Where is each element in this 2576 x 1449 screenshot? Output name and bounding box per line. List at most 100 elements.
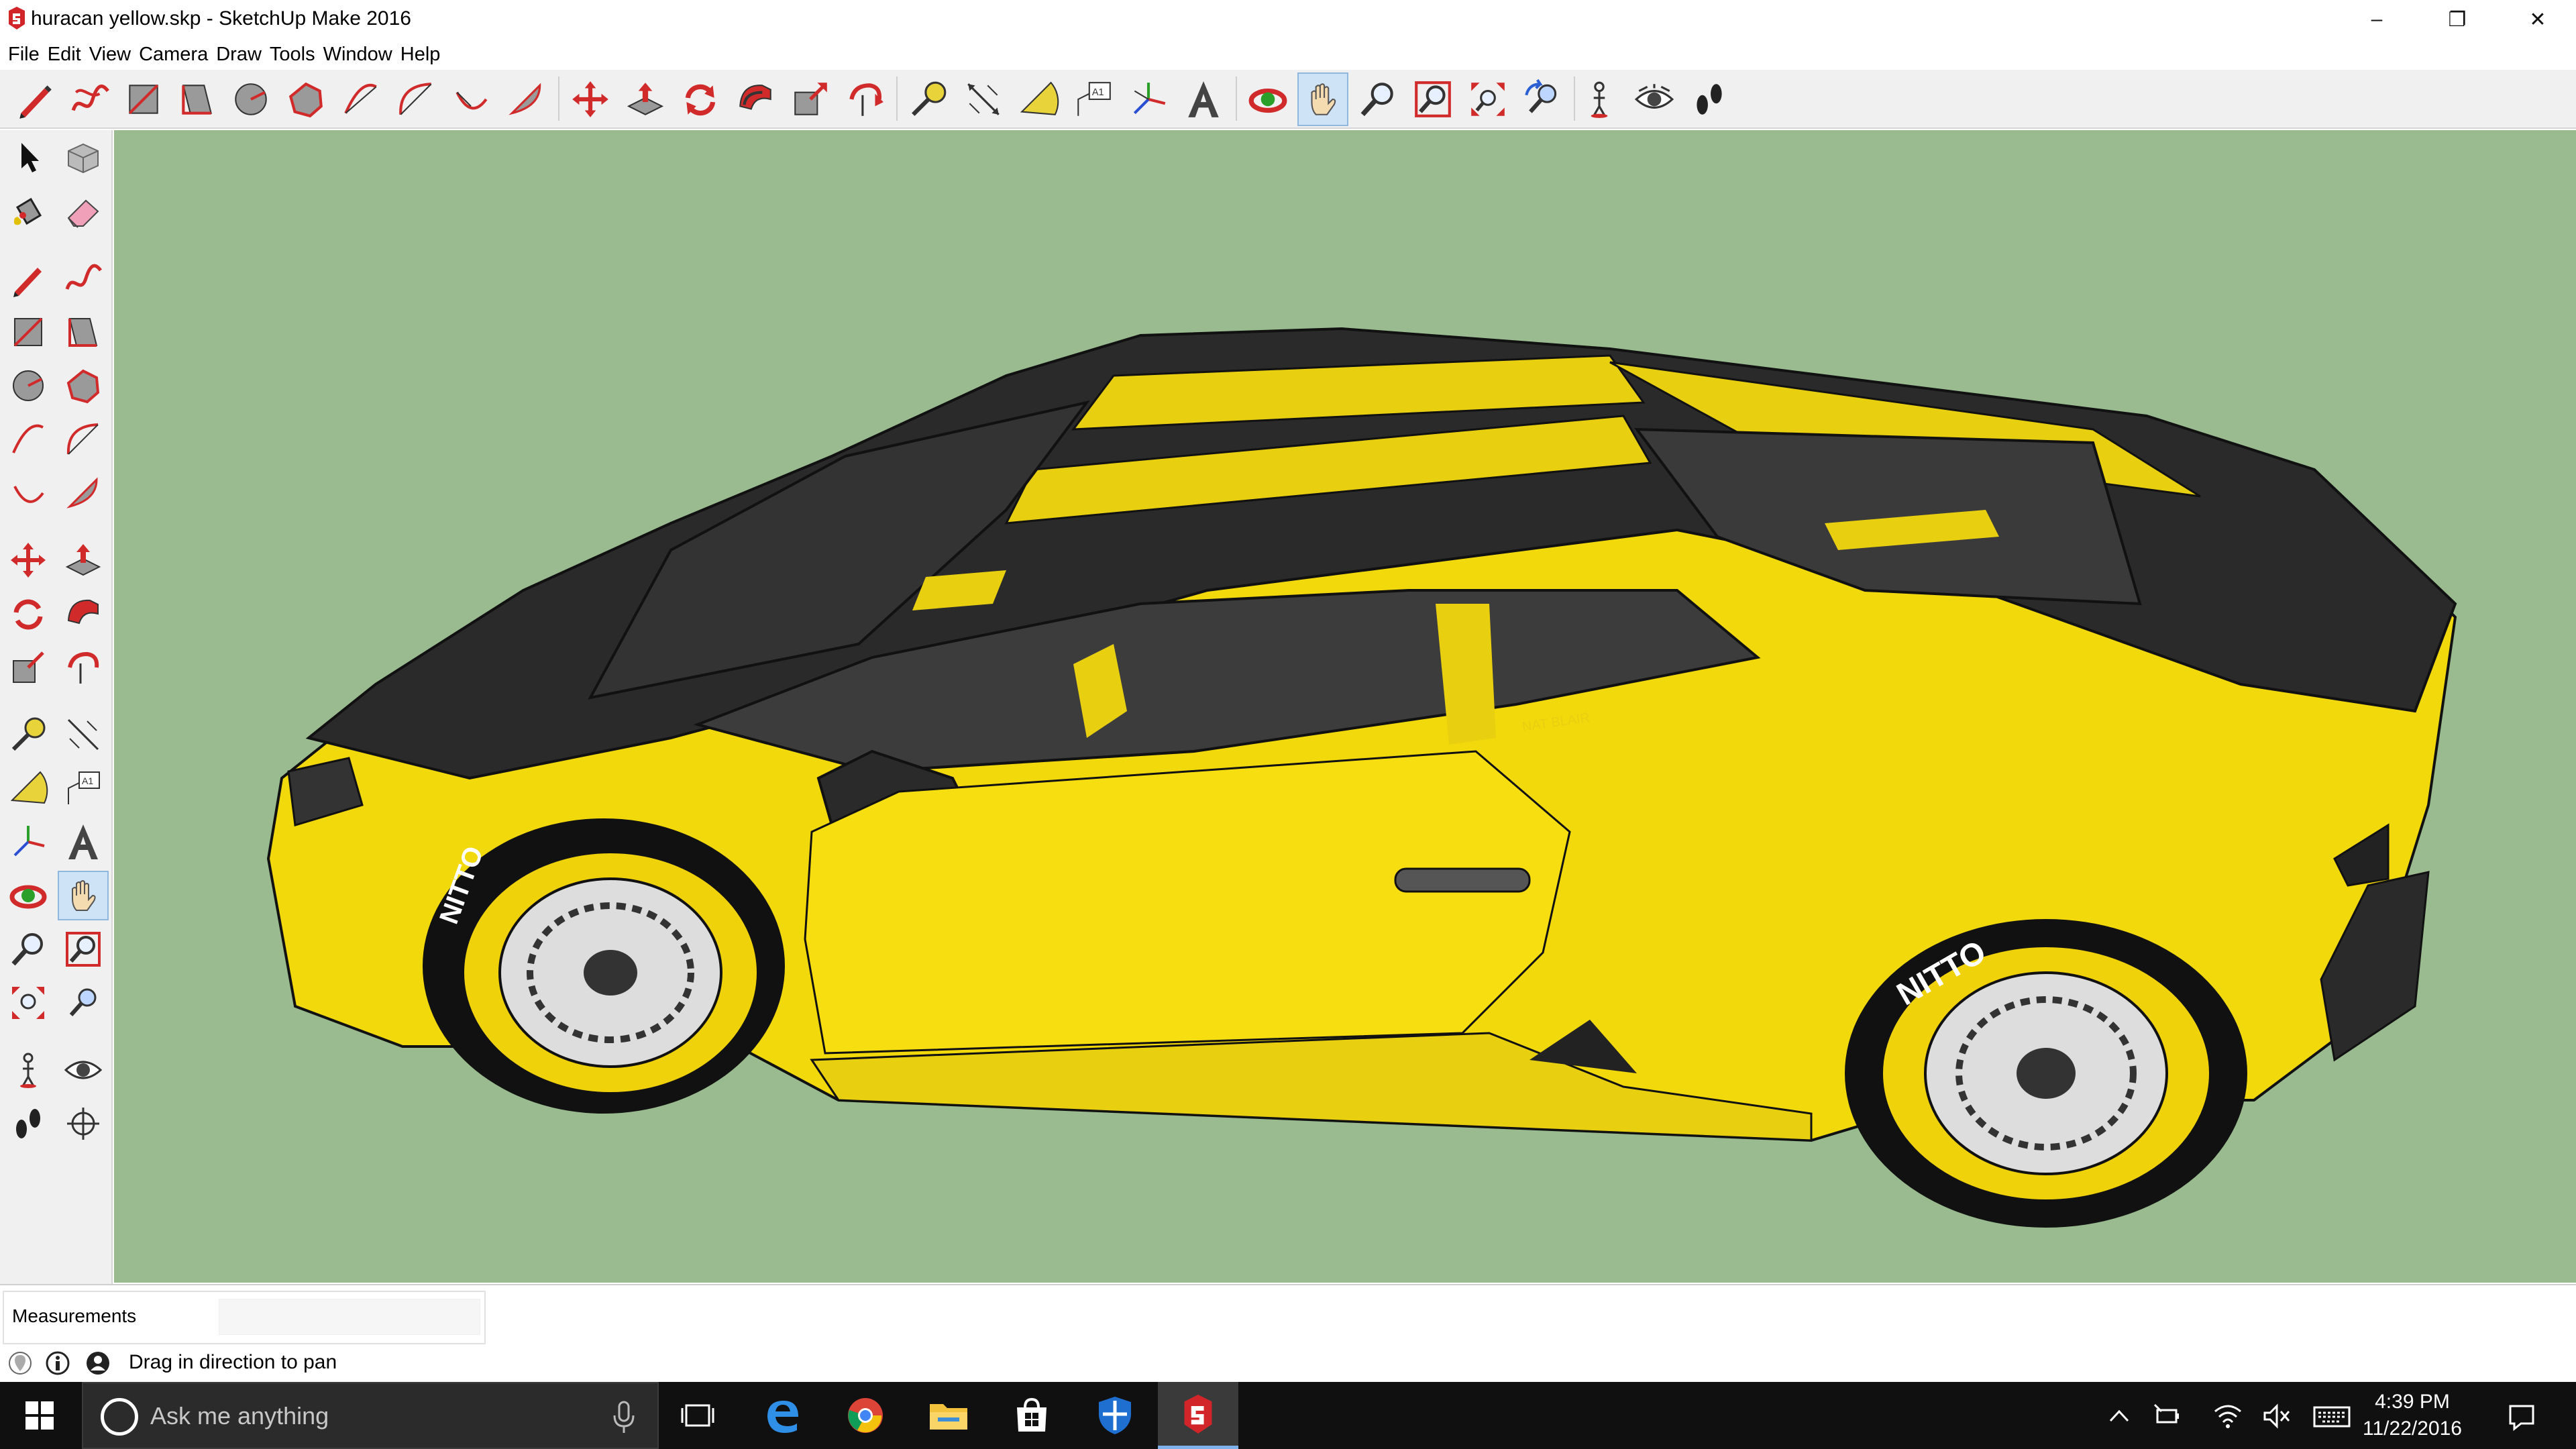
menu-help[interactable]: Help [396, 40, 445, 69]
menu-edit[interactable]: Edit [44, 40, 85, 69]
measurements-input[interactable] [219, 1299, 480, 1335]
rotated-rectangle-tool-button[interactable] [172, 72, 223, 126]
tape-measure-tool-button-left[interactable] [3, 710, 54, 759]
offset-tool-button-left[interactable] [58, 643, 109, 692]
3d-text-tool-button[interactable] [1178, 72, 1229, 126]
rectangle-tool-button[interactable] [118, 72, 169, 126]
polygon-tool-button-left[interactable] [58, 361, 109, 411]
make-component-tool-button[interactable] [58, 133, 109, 182]
section-plane-tool-button-left[interactable] [58, 1099, 109, 1148]
zoom-extents-tool-button-left[interactable] [3, 978, 54, 1028]
task-view-button[interactable] [657, 1382, 738, 1449]
orbit-tool-button-left[interactable] [3, 871, 54, 920]
zoom-window-tool-button[interactable] [1407, 72, 1458, 126]
eraser-tool-button[interactable] [58, 186, 109, 236]
edge-taskbar-button[interactable] [742, 1382, 822, 1449]
rotate-tool-button-left[interactable] [3, 589, 54, 639]
menu-camera[interactable]: Camera [135, 40, 212, 69]
follow-me-tool-button-left[interactable] [58, 589, 109, 639]
arc-tool-button[interactable] [335, 72, 386, 126]
3d-text-tool-button-left[interactable] [58, 817, 109, 867]
protractor-tool-button[interactable] [1013, 72, 1064, 126]
maximize-button[interactable]: ❐ [2420, 0, 2494, 39]
file-explorer-taskbar-button[interactable] [908, 1382, 989, 1449]
protractor-tool-button-left[interactable] [3, 763, 54, 813]
microphone-icon[interactable] [610, 1401, 637, 1434]
orbit-tool-button[interactable] [1242, 72, 1293, 126]
wifi-icon[interactable] [2211, 1401, 2245, 1432]
rotate-tool-button[interactable] [675, 72, 726, 126]
text-tool-button[interactable]: A1 [1068, 72, 1119, 126]
action-center-icon[interactable] [2505, 1401, 2538, 1432]
two-point-arc-tool-button[interactable] [390, 72, 441, 126]
minimize-button[interactable]: – [2340, 0, 2414, 39]
menu-file[interactable]: File [4, 40, 44, 69]
show-hidden-icons-chevron-icon[interactable] [2102, 1401, 2136, 1432]
previous-view-tool-button-left[interactable] [58, 978, 109, 1028]
line-tool-button-left[interactable] [3, 254, 54, 303]
walk-tool-button[interactable] [1684, 72, 1735, 126]
menu-window[interactable]: Window [319, 40, 396, 69]
scale-tool-button[interactable] [785, 72, 836, 126]
two-point-arc-tool-button-left[interactable] [58, 415, 109, 464]
arc-tool-button-left[interactable] [3, 415, 54, 464]
push-pull-tool-button[interactable] [620, 72, 671, 126]
circle-tool-button-left[interactable] [3, 361, 54, 411]
taskbar-clock[interactable]: 4:39 PM 11/22/2016 [2352, 1389, 2473, 1442]
battery-icon[interactable] [2151, 1401, 2184, 1432]
start-button[interactable] [0, 1382, 79, 1449]
zoom-tool-button-left[interactable] [3, 924, 54, 974]
menu-tools[interactable]: Tools [266, 40, 319, 69]
sketchup-taskbar-button[interactable] [1158, 1382, 1238, 1449]
freehand-tool-button-left[interactable] [58, 254, 109, 303]
store-taskbar-button[interactable] [991, 1382, 1072, 1449]
walk-tool-button-left[interactable] [3, 1099, 54, 1148]
pan-tool-button[interactable] [1297, 72, 1348, 126]
touch-keyboard-icon[interactable] [2312, 1401, 2352, 1432]
axes-tool-button-left[interactable] [3, 817, 54, 867]
cortana-search-box[interactable]: Ask me anything [82, 1382, 659, 1449]
axes-tool-button[interactable] [1123, 72, 1174, 126]
geolocation-icon[interactable] [7, 1350, 34, 1377]
three-point-arc-tool-button-left[interactable] [3, 468, 54, 518]
3d-viewport[interactable]: NITTO NITTO NAT BLAIR [114, 130, 2576, 1283]
zoom-window-tool-button-left[interactable] [58, 924, 109, 974]
push-pull-tool-button-left[interactable] [58, 535, 109, 585]
look-around-tool-button-left[interactable] [58, 1045, 109, 1095]
previous-view-tool-button[interactable] [1517, 72, 1568, 126]
freehand-tool-button[interactable] [64, 72, 115, 126]
circle-tool-button[interactable] [225, 72, 276, 126]
zoom-tool-button[interactable] [1352, 72, 1403, 126]
pie-tool-button[interactable] [500, 72, 551, 126]
rotated-rectangle-tool-button-left[interactable] [58, 307, 109, 357]
rectangle-tool-button-left[interactable] [3, 307, 54, 357]
text-tool-button-left[interactable]: A1 [58, 763, 109, 813]
position-camera-tool-button-left[interactable] [3, 1045, 54, 1095]
look-around-tool-button[interactable] [1629, 72, 1680, 126]
dimension-tool-button-left[interactable] [58, 710, 109, 759]
credits-icon[interactable] [44, 1350, 71, 1377]
move-tool-button-left[interactable] [3, 535, 54, 585]
pan-tool-button-left[interactable] [58, 871, 109, 920]
three-point-arc-tool-button[interactable] [445, 72, 496, 126]
pie-tool-button-left[interactable] [58, 468, 109, 518]
scale-tool-button-left[interactable] [3, 643, 54, 692]
paint-bucket-tool-button[interactable] [3, 186, 54, 236]
dimension-tool-button[interactable] [958, 72, 1009, 126]
move-tool-button[interactable] [565, 72, 616, 126]
zoom-extents-tool-button[interactable] [1462, 72, 1513, 126]
position-camera-tool-button[interactable] [1574, 72, 1625, 126]
windows-defender-taskbar-button[interactable] [1075, 1382, 1155, 1449]
offset-tool-button[interactable] [840, 72, 891, 126]
menu-view[interactable]: View [85, 40, 135, 69]
line-tool-button[interactable] [9, 72, 60, 126]
menu-draw[interactable]: Draw [212, 40, 266, 69]
select-tool-button[interactable] [3, 133, 54, 182]
follow-me-tool-button[interactable] [730, 72, 781, 126]
polygon-tool-button[interactable] [280, 72, 331, 126]
chrome-taskbar-button[interactable] [825, 1382, 906, 1449]
tape-measure-tool-button[interactable] [903, 72, 954, 126]
user-account-icon[interactable] [85, 1350, 111, 1377]
volume-muted-icon[interactable] [2261, 1401, 2294, 1432]
close-button[interactable]: ✕ [2501, 0, 2575, 39]
